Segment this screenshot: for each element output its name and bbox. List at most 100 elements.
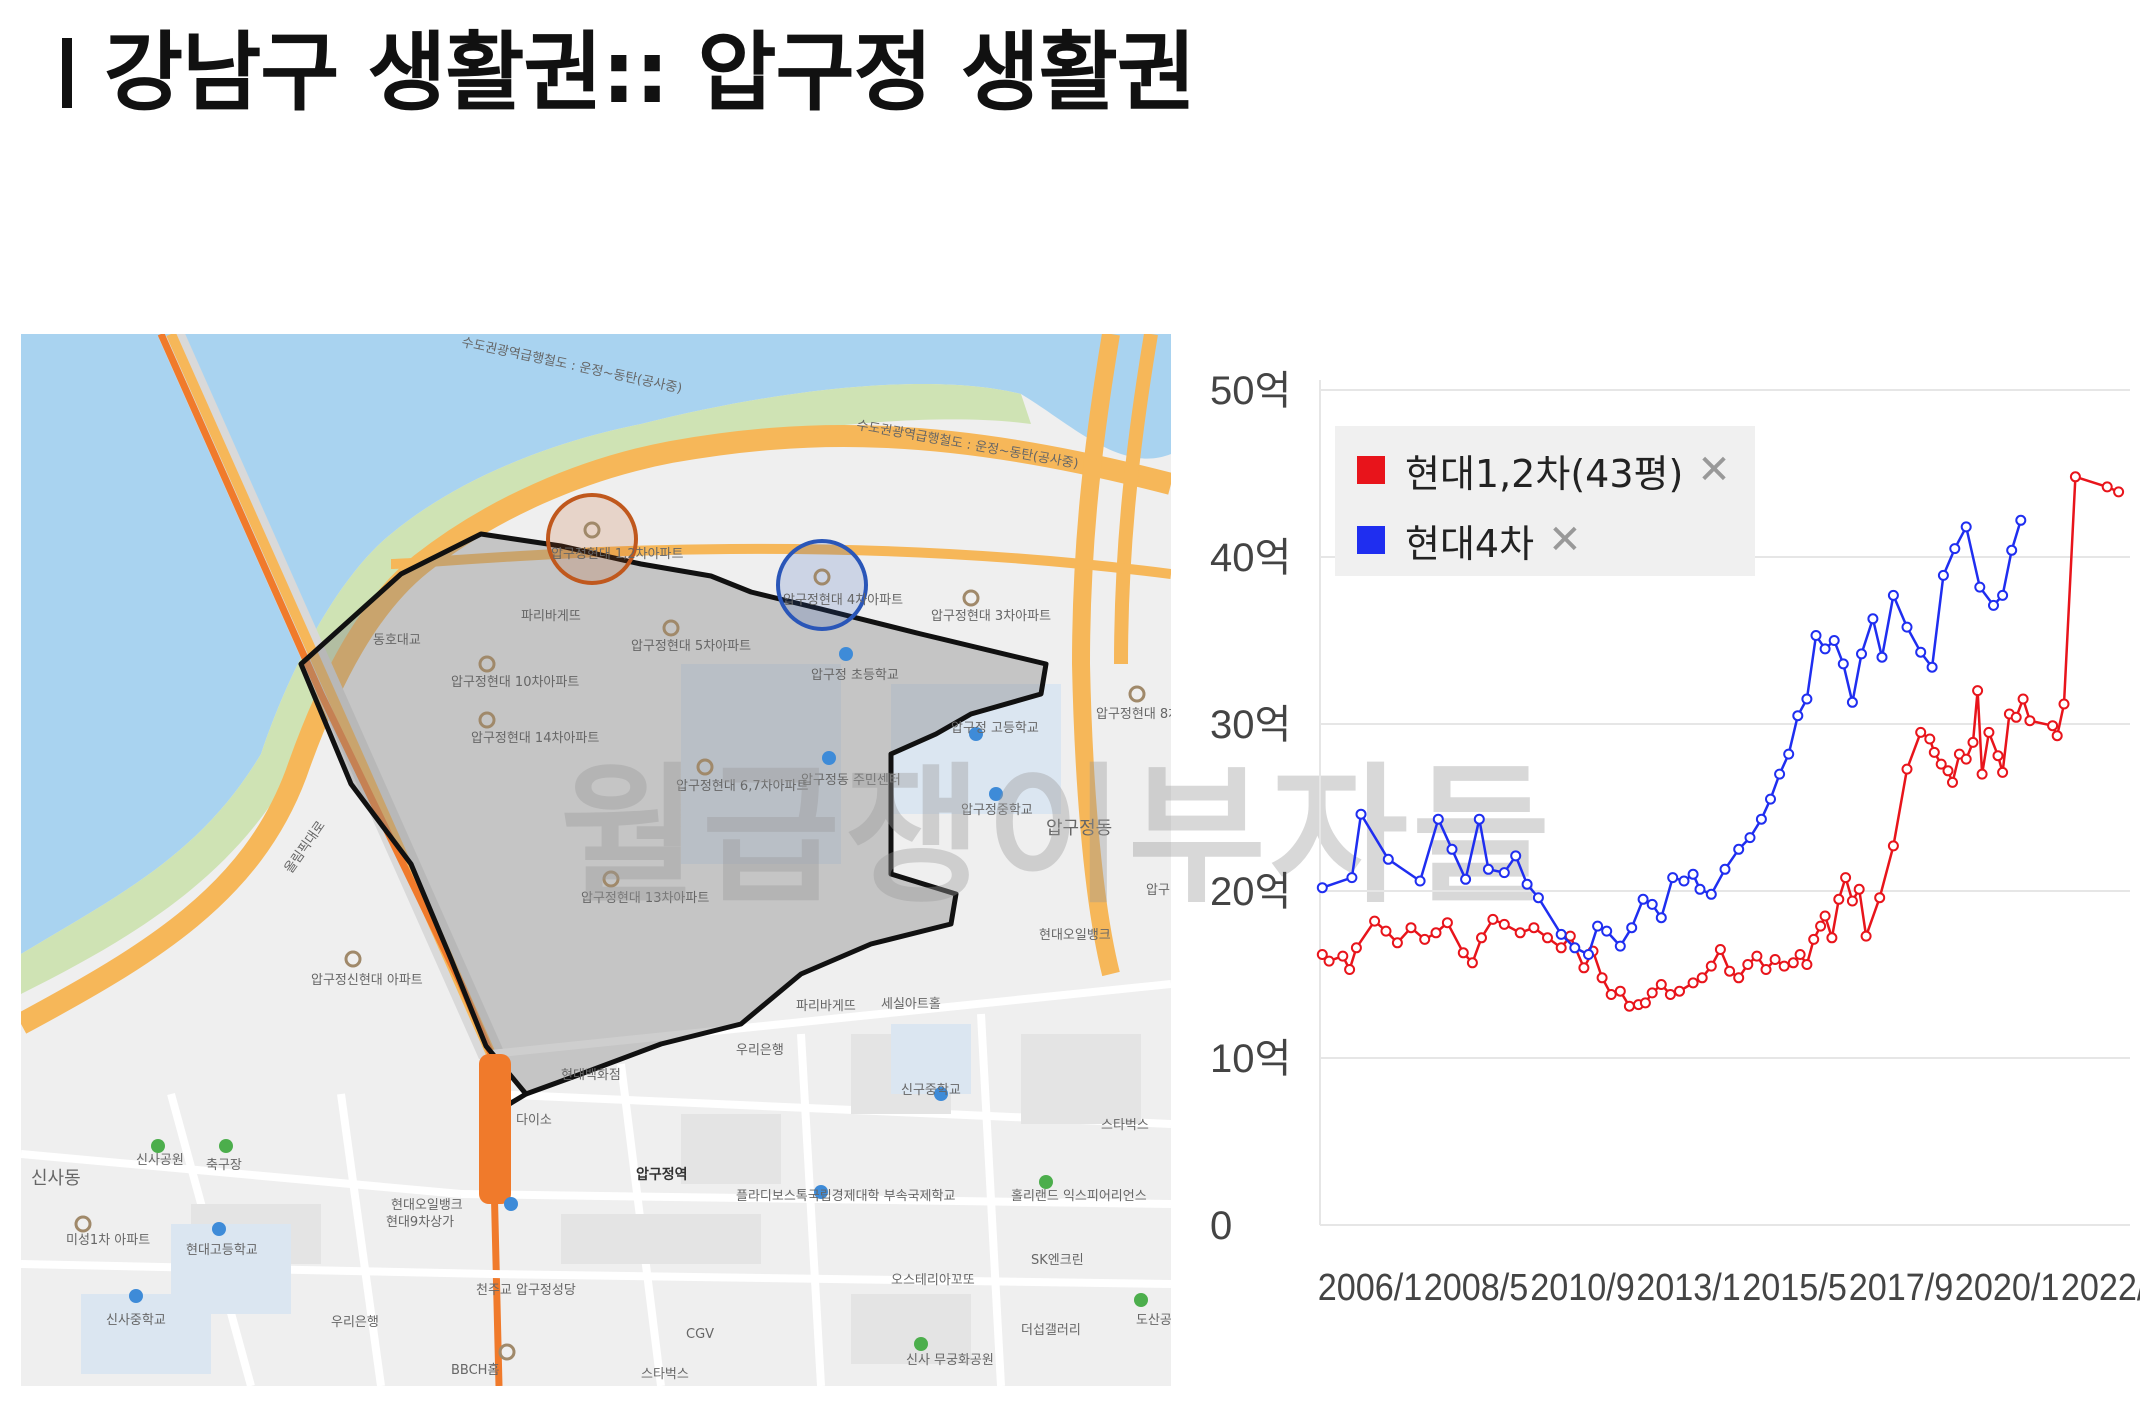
data-point[interactable] xyxy=(1344,964,1356,975)
data-point[interactable] xyxy=(1430,927,1442,939)
data-point[interactable] xyxy=(1555,942,1567,954)
data-point[interactable] xyxy=(1960,521,1972,533)
data-point[interactable] xyxy=(1323,955,1335,967)
data-point[interactable] xyxy=(2069,471,2081,483)
data-point[interactable] xyxy=(1678,875,1690,887)
data-point[interactable] xyxy=(1382,853,1394,865)
data-point[interactable] xyxy=(1949,543,1961,555)
data-point[interactable] xyxy=(1646,898,1658,910)
data-point[interactable] xyxy=(1637,893,1649,905)
data-point[interactable] xyxy=(1626,922,1638,934)
data-point[interactable] xyxy=(1355,808,1367,820)
data-point[interactable] xyxy=(1983,726,1995,738)
data-point[interactable] xyxy=(1498,867,1510,879)
remove-series-hyundai12-icon[interactable]: ✕ xyxy=(1697,447,1731,493)
remove-series-hyundai4-icon[interactable]: ✕ xyxy=(1548,517,1582,563)
data-point[interactable] xyxy=(1942,765,1954,777)
data-point[interactable] xyxy=(1801,959,1813,970)
data-point[interactable] xyxy=(1510,850,1522,862)
data-point[interactable] xyxy=(1446,843,1458,855)
legend-item-hyundai4[interactable]: 현대4차 ✕ xyxy=(1357,512,1582,568)
data-point[interactable] xyxy=(1380,925,1392,937)
data-point[interactable] xyxy=(2051,730,2063,742)
data-point[interactable] xyxy=(1915,726,1927,738)
data-point[interactable] xyxy=(1769,954,1781,965)
data-point[interactable] xyxy=(1794,949,1806,960)
data-point[interactable] xyxy=(1346,872,1358,884)
data-point[interactable] xyxy=(1856,648,1867,660)
data-point[interactable] xyxy=(1391,937,1403,949)
data-point[interactable] xyxy=(1687,868,1699,880)
data-point[interactable] xyxy=(2010,711,2022,723)
data-point[interactable] xyxy=(1967,736,1979,748)
data-point[interactable] xyxy=(1887,589,1899,601)
data-point[interactable] xyxy=(1655,912,1667,924)
data-point[interactable] xyxy=(1414,875,1426,887)
data-point[interactable] xyxy=(1614,985,1626,997)
data-point[interactable] xyxy=(1833,893,1845,905)
data-point[interactable] xyxy=(1742,959,1754,970)
data-point[interactable] xyxy=(1810,630,1822,641)
data-point[interactable] xyxy=(1924,733,1936,745)
data-point[interactable] xyxy=(1521,878,1533,890)
data-point[interactable] xyxy=(1664,989,1676,1000)
legend-item-hyundai12[interactable]: 현대1,2차(43평) ✕ xyxy=(1357,442,1731,498)
data-point[interactable] xyxy=(1514,927,1526,939)
data-point[interactable] xyxy=(1992,750,2004,762)
data-point[interactable] xyxy=(1601,925,1613,937)
data-point[interactable] xyxy=(1696,972,1708,984)
data-point[interactable] xyxy=(1578,962,1590,974)
data-point[interactable] xyxy=(1876,651,1888,663)
data-point[interactable] xyxy=(1674,985,1685,997)
data-point[interactable] xyxy=(2058,698,2070,710)
data-point[interactable] xyxy=(2006,544,2018,556)
data-point[interactable] xyxy=(1655,979,1667,990)
data-point[interactable] xyxy=(1755,813,1767,825)
data-point[interactable] xyxy=(1988,599,1999,611)
data-point[interactable] xyxy=(1473,813,1485,825)
circle-hyundai12[interactable] xyxy=(546,493,638,585)
data-point[interactable] xyxy=(1997,766,2009,778)
data-point[interactable] xyxy=(1667,872,1679,884)
data-point[interactable] xyxy=(1837,658,1849,670)
data-point[interactable] xyxy=(1744,832,1756,844)
data-point[interactable] xyxy=(1542,932,1553,944)
data-point[interactable] xyxy=(1774,768,1786,780)
data-point[interactable] xyxy=(1801,693,1813,705)
data-point[interactable] xyxy=(1860,930,1872,942)
data-point[interactable] xyxy=(1694,883,1706,895)
data-point[interactable] xyxy=(1815,920,1827,932)
data-point[interactable] xyxy=(1846,696,1858,708)
data-point[interactable] xyxy=(1778,960,1790,972)
data-point[interactable] xyxy=(2017,693,2029,705)
data-point[interactable] xyxy=(1532,892,1544,904)
data-point[interactable] xyxy=(1592,920,1604,932)
data-point[interactable] xyxy=(1487,913,1499,925)
data-point[interactable] xyxy=(1792,710,1804,722)
data-point[interactable] xyxy=(1687,977,1699,989)
data-point[interactable] xyxy=(1714,944,1726,955)
data-point[interactable] xyxy=(1719,863,1731,875)
data-point[interactable] xyxy=(1405,922,1417,934)
data-point[interactable] xyxy=(1928,746,1940,758)
data-point[interactable] xyxy=(1583,949,1594,960)
data-point[interactable] xyxy=(1901,621,1913,633)
data-point[interactable] xyxy=(1808,933,1820,945)
data-point[interactable] xyxy=(1947,776,1958,788)
data-point[interactable] xyxy=(1705,888,1717,900)
data-point[interactable] xyxy=(1337,950,1349,962)
data-point[interactable] xyxy=(1705,960,1717,972)
data-point[interactable] xyxy=(1476,932,1487,944)
data-point[interactable] xyxy=(1972,685,1984,697)
data-point[interactable] xyxy=(1783,748,1795,760)
data-point[interactable] xyxy=(1733,843,1745,855)
data-point[interactable] xyxy=(1826,932,1838,944)
data-point[interactable] xyxy=(1960,753,1972,765)
data-point[interactable] xyxy=(2047,720,2059,732)
data-point[interactable] xyxy=(1733,972,1745,984)
data-point[interactable] xyxy=(1915,646,1927,658)
data-point[interactable] xyxy=(1457,947,1469,959)
data-point[interactable] xyxy=(1840,872,1852,884)
data-point[interactable] xyxy=(1819,910,1831,922)
data-point[interactable] xyxy=(1614,940,1626,952)
